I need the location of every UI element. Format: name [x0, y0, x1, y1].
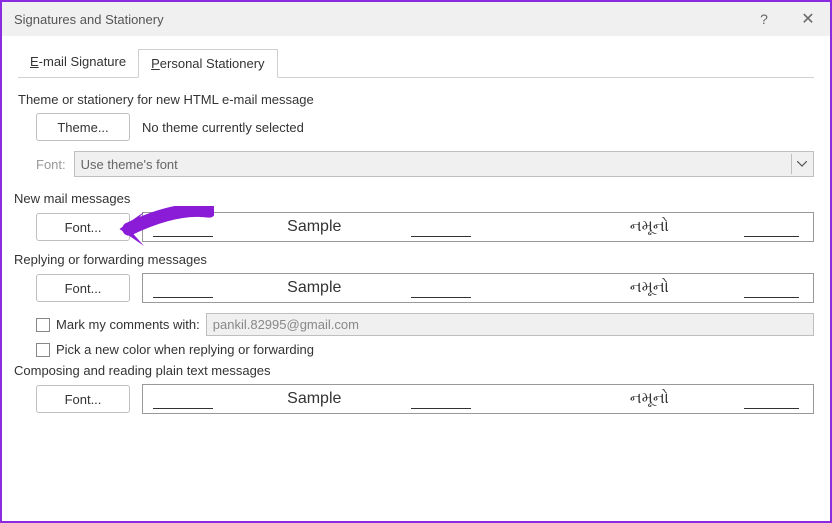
mark-comments-checkbox[interactable] [36, 318, 50, 332]
pick-color-label: Pick a new color when replying or forwar… [56, 342, 314, 357]
new-mail-font-button[interactable]: Font... [36, 213, 130, 241]
new-mail-heading: New mail messages [14, 191, 814, 206]
font-label: Font: [36, 157, 66, 172]
chevron-down-icon [791, 154, 811, 174]
reply-font-button[interactable]: Font... [36, 274, 130, 302]
tab-personal-stationery[interactable]: Personal Stationery [138, 49, 277, 78]
plaintext-preview: Sample નમૂનો [142, 384, 814, 414]
tab-strip: E-mail Signature Personal Stationery [2, 48, 830, 77]
reply-fwd-heading: Replying or forwarding messages [14, 252, 814, 267]
no-theme-label: No theme currently selected [142, 120, 304, 135]
mark-comments-label: Mark my comments with: [56, 317, 200, 332]
plaintext-heading: Composing and reading plain text message… [14, 363, 814, 378]
window-title: Signatures and Stationery [14, 12, 742, 27]
titlebar: Signatures and Stationery ? ✕ [2, 2, 830, 36]
new-mail-preview: Sample નમૂનો [142, 212, 814, 242]
theme-button[interactable]: Theme... [36, 113, 130, 141]
pick-color-checkbox[interactable] [36, 343, 50, 357]
font-dropdown-value: Use theme's font [81, 157, 178, 172]
reply-preview: Sample નમૂનો [142, 273, 814, 303]
font-dropdown[interactable]: Use theme's font [74, 151, 814, 177]
tab-email-signature[interactable]: E-mail Signature [18, 48, 138, 77]
mark-comments-input[interactable]: pankil.82995@gmail.com [206, 313, 814, 336]
plaintext-font-button[interactable]: Font... [36, 385, 130, 413]
theme-heading: Theme or stationery for new HTML e-mail … [18, 92, 814, 107]
content: Theme or stationery for new HTML e-mail … [2, 78, 830, 414]
help-icon[interactable]: ? [742, 2, 786, 36]
close-icon[interactable]: ✕ [786, 2, 830, 36]
